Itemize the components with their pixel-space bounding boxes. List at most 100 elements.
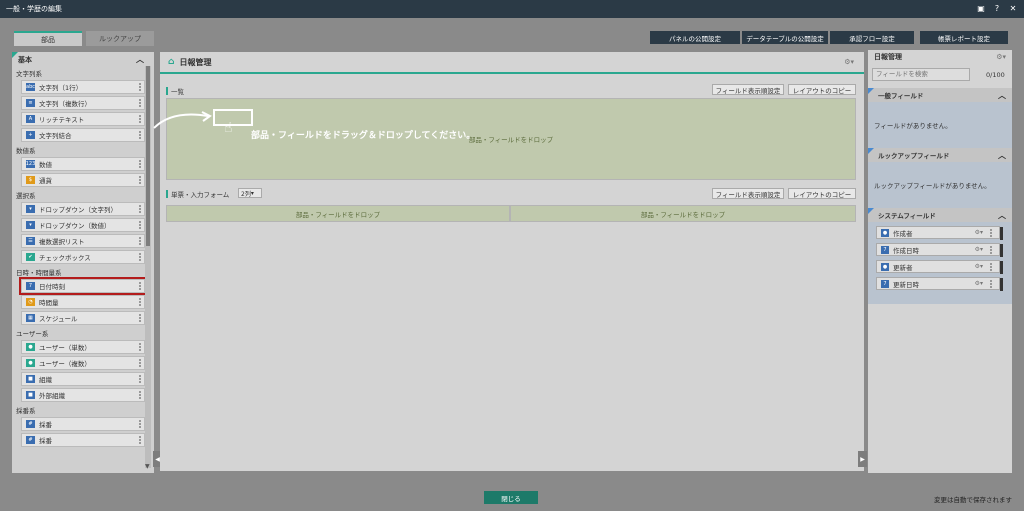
drag-handle-icon[interactable] [139,375,141,383]
part-item[interactable]: # 採番 [21,433,145,447]
corner-marker [868,208,874,214]
part-item[interactable]: 123 数値 [21,157,145,171]
drag-handle-icon[interactable] [990,263,992,271]
parts-scrollbar[interactable]: ▼ [145,66,151,470]
lookup-fields-header[interactable]: ルックアップフィールド ︿ [868,148,1012,162]
part-item[interactable]: ■ 組織 [21,372,145,386]
help-icon[interactable]: ? [992,3,1002,14]
part-item[interactable]: ● ユーザー（単数） [21,340,145,354]
drag-handle-icon[interactable] [139,391,141,399]
drag-handle-icon[interactable] [990,280,992,288]
gear-icon[interactable]: ⚙▾ [975,263,983,270]
part-item[interactable]: ▦ スケジュール [21,311,145,325]
layout-copy-button[interactable]: レイアウトのコピー [788,84,856,95]
part-item[interactable]: 7 日付時刻 [19,277,147,295]
part-item[interactable]: ☰ 複数選択リスト [21,234,145,248]
column-select[interactable]: 2列 ▾ [238,188,262,198]
drag-handle-icon[interactable] [139,253,141,261]
drag-handle-icon[interactable] [990,229,992,237]
general-fields-title: 一般フィールド [878,92,924,100]
approval-flow-button[interactable]: 承認フロー設定 [830,31,914,44]
part-item[interactable]: + 文字列結合 [21,128,145,142]
close-button[interactable]: 閉じる [484,491,538,504]
field-panel: 日報管理 ⚙▾ 0/100 一般フィールド ︿ フィールドがありません。 ルック… [868,50,1012,473]
drag-handle-icon[interactable] [139,99,141,107]
layout-copy-button-2[interactable]: レイアウトのコピー [788,188,856,199]
drag-handle-icon[interactable] [139,160,141,168]
home-icon: ⌂ [168,57,175,67]
drag-handle-icon[interactable] [139,205,141,213]
drag-handle-icon[interactable] [139,176,141,184]
tab-lookup[interactable]: ルックアップ [86,31,154,46]
chevron-up-icon[interactable]: ︿ [136,54,144,65]
report-settings-button[interactable]: 帳票レポート設定 [920,31,1008,44]
close-icon[interactable]: ✕ [1008,3,1018,14]
window-title: 一般・学歴の編集 [6,5,62,13]
gear-icon[interactable]: ⚙▾ [844,58,854,66]
system-field-label: 更新日時 [893,280,919,289]
part-item[interactable]: # 採番 [21,417,145,431]
gear-icon[interactable]: ⚙▾ [975,229,983,236]
form-drop-zone-left[interactable]: 部品・フィールドをドロップ [166,205,510,222]
system-field-item[interactable]: 7 作成日時 ⚙▾ [876,243,1003,257]
part-type-icon: ▦ [26,314,35,322]
part-item[interactable]: ◔ 時間量 [21,295,145,309]
drag-handle-icon[interactable] [139,83,141,91]
drag-handle-icon[interactable] [139,115,141,123]
title-bar: 一般・学歴の編集 ▣ ? ✕ [0,0,1024,18]
tab-parts[interactable]: 部品 [14,31,82,46]
drag-handle-icon[interactable] [139,237,141,245]
part-item[interactable]: abc 文字列（1行） [21,80,145,94]
chevron-up-icon[interactable]: ︿ [998,210,1006,221]
datatable-publish-button[interactable]: データテーブルの公開設定 [742,31,828,44]
gear-icon[interactable]: ⚙▾ [975,280,983,287]
general-fields-header[interactable]: 一般フィールド ︿ [868,88,1012,102]
system-field-item[interactable]: ● 更新者 ⚙▾ [876,260,1003,274]
field-order-button-2[interactable]: フィールド表示順設定 [712,188,784,199]
drag-handle-icon[interactable] [139,436,141,444]
gear-icon[interactable]: ⚙▾ [996,53,1006,61]
drag-handle-icon[interactable] [139,282,141,290]
scroll-down-icon[interactable]: ▼ [145,463,150,470]
list-section-label: 一覧 [166,86,184,96]
drag-handle-icon[interactable] [139,131,141,139]
chevron-up-icon[interactable]: ︿ [998,90,1006,101]
part-label: スケジュール [39,315,78,323]
collapse-right-button[interactable]: ▶ [858,451,867,467]
system-fields-header[interactable]: システムフィールド ︿ [868,208,1012,222]
chevron-down-icon: ▾ [250,189,254,197]
part-item[interactable]: ✔ チェックボックス [21,250,145,264]
part-item[interactable]: ≡ 文字列（複数行） [21,96,145,110]
drag-handle-icon[interactable] [139,343,141,351]
drag-handle-icon[interactable] [139,359,141,367]
drag-handle-icon[interactable] [139,420,141,428]
field-search-input[interactable] [872,68,970,81]
part-label: 採番 [39,421,52,429]
drag-handle-icon[interactable] [139,314,141,322]
restore-icon[interactable]: ▣ [976,3,986,14]
part-item[interactable]: A リッチテキスト [21,112,145,126]
part-item[interactable]: $ 通貨 [21,173,145,187]
part-label: チェックボックス [39,254,91,262]
system-field-item[interactable]: 7 更新日時 ⚙▾ [876,277,1003,291]
part-item[interactable]: ▾ ドロップダウン（数値） [21,218,145,232]
part-label: ユーザー（単数） [39,344,91,352]
drag-handle-icon[interactable] [139,298,141,306]
part-item[interactable]: ● ユーザー（複数） [21,356,145,370]
drag-handle-icon[interactable] [139,221,141,229]
form-drop-zone-right[interactable]: 部品・フィールドをドロップ [510,205,856,222]
basic-section-header[interactable]: 基本 ︿ [12,52,154,67]
part-type-icon: ● [26,343,35,351]
part-item[interactable]: ▾ ドロップダウン（文字列） [21,202,145,216]
scrollbar-thumb[interactable] [146,66,150,246]
panel-publish-button[interactable]: パネルの公開設定 [650,31,740,44]
part-label: ドロップダウン（数値） [39,222,111,230]
drag-handle-icon[interactable] [990,246,992,254]
drag-arrow-icon [153,111,212,129]
part-type-icon: ≡ [26,99,35,107]
gear-icon[interactable]: ⚙▾ [975,246,983,253]
field-order-button[interactable]: フィールド表示順設定 [712,84,784,95]
chevron-up-icon[interactable]: ︿ [998,150,1006,161]
part-item[interactable]: ■ 外部組織 [21,388,145,402]
system-field-item[interactable]: ● 作成者 ⚙▾ [876,226,1003,240]
